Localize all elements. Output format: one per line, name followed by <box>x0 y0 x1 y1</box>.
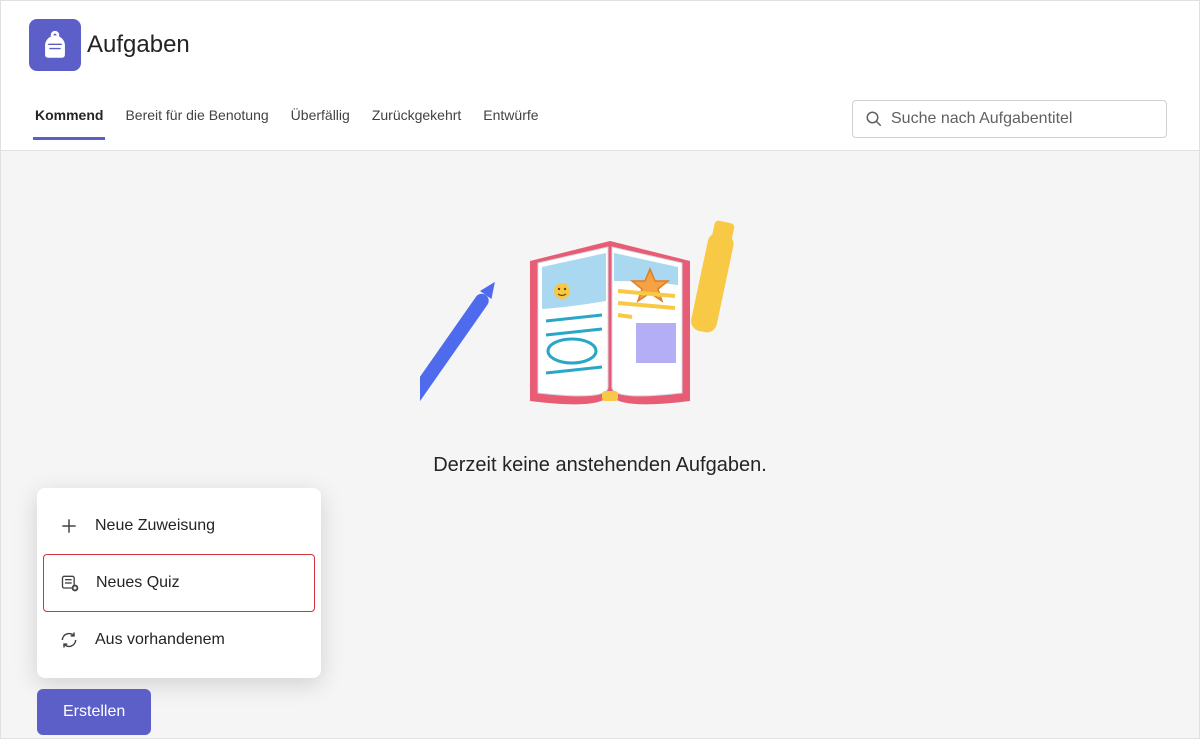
empty-state: Derzeit keine anstehenden Aufgaben. <box>1 151 1199 477</box>
header: Aufgaben <box>1 1 1199 89</box>
search-input[interactable] <box>891 110 1154 128</box>
create-menu: Neue Zuweisung Neues Quiz A <box>37 488 321 678</box>
menu-item-new-quiz[interactable]: Neues Quiz <box>43 554 315 612</box>
tabs: Kommend Bereit für die Benotung Überfäll… <box>33 107 852 140</box>
tab-kommend[interactable]: Kommend <box>33 107 105 140</box>
reuse-icon <box>57 628 81 652</box>
search-box[interactable] <box>852 100 1167 138</box>
tab-ueberfaellig[interactable]: Überfällig <box>289 107 352 140</box>
main-area: Derzeit keine anstehenden Aufgaben. Neue… <box>1 151 1199 736</box>
menu-item-new-assignment[interactable]: Neue Zuweisung <box>43 498 315 554</box>
app-icon <box>29 19 81 71</box>
search-icon <box>865 110 883 128</box>
menu-item-label: Neue Zuweisung <box>95 517 215 535</box>
tab-bereit[interactable]: Bereit für die Benotung <box>123 107 270 140</box>
empty-message: Derzeit keine anstehenden Aufgaben. <box>1 454 1199 477</box>
tabs-row: Kommend Bereit für die Benotung Überfäll… <box>1 89 1199 151</box>
tab-zurueckgekehrt[interactable]: Zurückgekehrt <box>370 107 463 140</box>
menu-item-from-existing[interactable]: Aus vorhandenem <box>43 612 315 668</box>
menu-item-label: Aus vorhandenem <box>95 631 225 649</box>
quiz-icon <box>58 571 82 595</box>
plus-icon <box>57 514 81 538</box>
backpack-icon <box>38 28 72 62</box>
page-title: Aufgaben <box>87 31 190 59</box>
create-button[interactable]: Erstellen <box>37 689 151 735</box>
empty-illustration <box>420 201 780 446</box>
menu-item-label: Neues Quiz <box>96 574 180 592</box>
tab-entwuerfe[interactable]: Entwürfe <box>481 107 540 140</box>
